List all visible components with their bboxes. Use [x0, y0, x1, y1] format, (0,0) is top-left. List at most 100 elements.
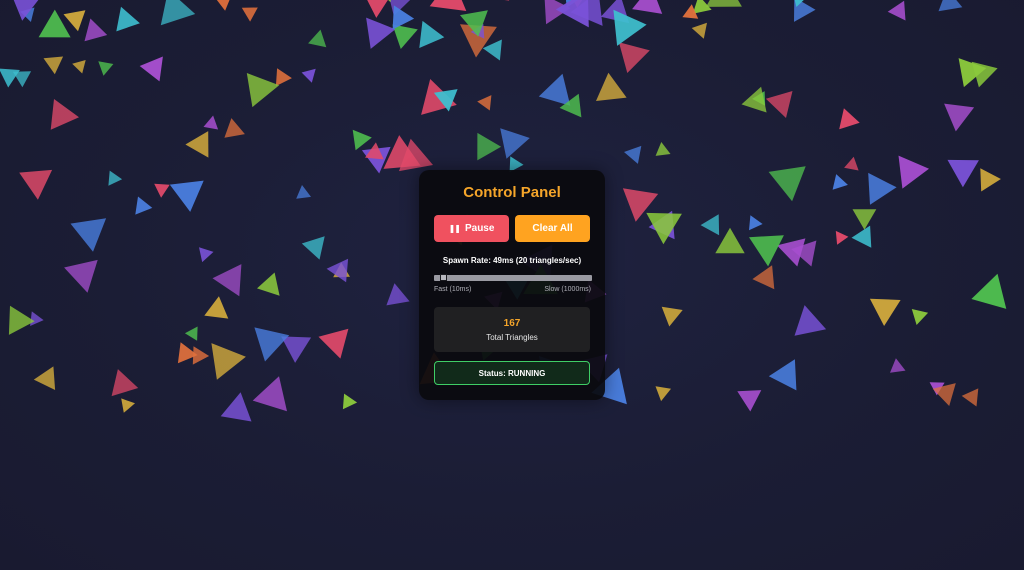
pause-button[interactable]: ❚❚ Pause	[434, 215, 509, 242]
falling-triangle	[318, 328, 349, 359]
falling-triangle	[246, 73, 280, 108]
falling-triangle	[429, 0, 467, 11]
falling-triangle	[741, 86, 767, 113]
falling-triangle	[624, 145, 642, 164]
falling-triangle	[911, 309, 929, 325]
falling-triangle	[890, 358, 906, 373]
falling-triangle	[135, 196, 153, 215]
falling-triangle	[184, 326, 198, 341]
falling-triangle	[116, 6, 140, 32]
pause-icon: ❚❚	[448, 224, 461, 233]
status-badge: Status: RUNNING	[434, 361, 590, 385]
falling-triangle	[752, 265, 775, 290]
falling-triangle	[160, 0, 196, 26]
falling-triangle	[768, 359, 797, 391]
falling-triangle	[38, 9, 71, 38]
falling-triangle	[596, 72, 627, 101]
falling-triangle	[835, 230, 849, 245]
falling-triangle	[98, 61, 114, 76]
slider-thumb[interactable]	[440, 274, 447, 281]
falling-triangle	[212, 264, 242, 297]
falling-triangle	[737, 390, 762, 412]
falling-triangle	[257, 272, 280, 296]
falling-triangle	[419, 20, 445, 48]
falling-triangle	[851, 225, 872, 248]
falling-triangle	[108, 170, 123, 186]
falling-triangle	[869, 298, 901, 326]
falling-triangle	[504, 0, 510, 1]
falling-triangle	[121, 398, 135, 413]
clear-all-button[interactable]: Clear All	[515, 215, 590, 242]
triangle-count-label: Total Triangles	[486, 333, 538, 342]
falling-triangle	[768, 166, 806, 202]
falling-triangle	[72, 60, 86, 74]
falling-triangle	[947, 159, 979, 188]
falling-triangle	[30, 311, 44, 326]
falling-triangle	[296, 185, 311, 199]
falling-triangle	[655, 386, 671, 402]
falling-triangle	[392, 5, 415, 30]
spawn-rate-label: Spawn Rate: 49ms (20 triangles/sec)	[442, 256, 582, 265]
falling-triangle	[868, 172, 897, 205]
falling-triangle	[961, 388, 979, 407]
falling-triangle	[301, 68, 316, 83]
falling-triangle	[185, 131, 209, 158]
falling-triangle	[19, 169, 53, 200]
falling-triangle	[8, 305, 35, 335]
falling-triangle	[275, 68, 292, 87]
falling-triangle	[281, 336, 312, 363]
control-panel: Control Panel ❚❚ Pause Clear All Spawn R…	[419, 170, 605, 400]
falling-triangle	[832, 174, 848, 190]
falling-triangle	[326, 258, 349, 283]
falling-triangle	[241, 7, 258, 22]
slider-track[interactable]	[434, 275, 592, 281]
falling-triangle	[794, 305, 827, 336]
falling-triangle	[169, 180, 204, 212]
falling-triangle	[700, 214, 720, 236]
falling-triangle	[613, 9, 647, 46]
status-label: Status: RUNNING	[478, 368, 546, 378]
falling-triangle	[254, 327, 290, 362]
falling-triangle	[705, 0, 742, 7]
falling-triangle	[898, 155, 929, 189]
falling-triangle	[839, 108, 860, 130]
falling-triangle	[84, 18, 108, 42]
falling-triangle	[211, 343, 246, 380]
spawn-rate-slider[interactable]	[434, 274, 592, 281]
falling-triangle	[252, 376, 287, 412]
pause-button-label: Pause	[464, 223, 495, 234]
falling-triangle	[43, 56, 64, 75]
falling-triangle	[301, 236, 325, 260]
falling-triangle	[111, 369, 139, 397]
falling-triangle	[646, 212, 682, 245]
falling-triangle	[477, 95, 492, 111]
falling-triangle	[944, 103, 975, 132]
falling-triangle	[655, 142, 671, 156]
falling-triangle	[342, 393, 358, 410]
falling-triangle	[366, 17, 396, 49]
falling-triangle	[980, 168, 1001, 192]
falling-triangle	[749, 215, 763, 231]
triangle-canvas: Control Panel ❚❚ Pause Clear All Spawn R…	[0, 0, 1024, 570]
falling-triangle	[63, 10, 86, 32]
falling-triangle	[632, 0, 663, 14]
slow-range-label: Slow (1000ms)	[544, 286, 591, 293]
falling-triangle	[715, 227, 745, 254]
falling-triangle	[749, 235, 784, 267]
triangle-counter: 167 Total Triangles	[434, 307, 590, 352]
falling-triangle	[765, 91, 793, 118]
falling-triangle	[139, 56, 163, 82]
falling-triangle	[33, 366, 56, 390]
falling-triangle	[216, 0, 230, 11]
falling-triangle	[852, 209, 877, 230]
falling-triangle	[367, 0, 388, 18]
triangle-count-value: 167	[503, 318, 521, 329]
falling-triangle	[50, 99, 79, 130]
falling-triangle	[64, 259, 98, 293]
falling-triangle	[70, 218, 107, 252]
falling-triangle	[154, 183, 170, 198]
falling-triangle	[844, 156, 859, 171]
panel-title: Control Panel	[463, 184, 561, 201]
falling-triangle	[203, 115, 219, 130]
falling-triangle	[887, 0, 906, 21]
